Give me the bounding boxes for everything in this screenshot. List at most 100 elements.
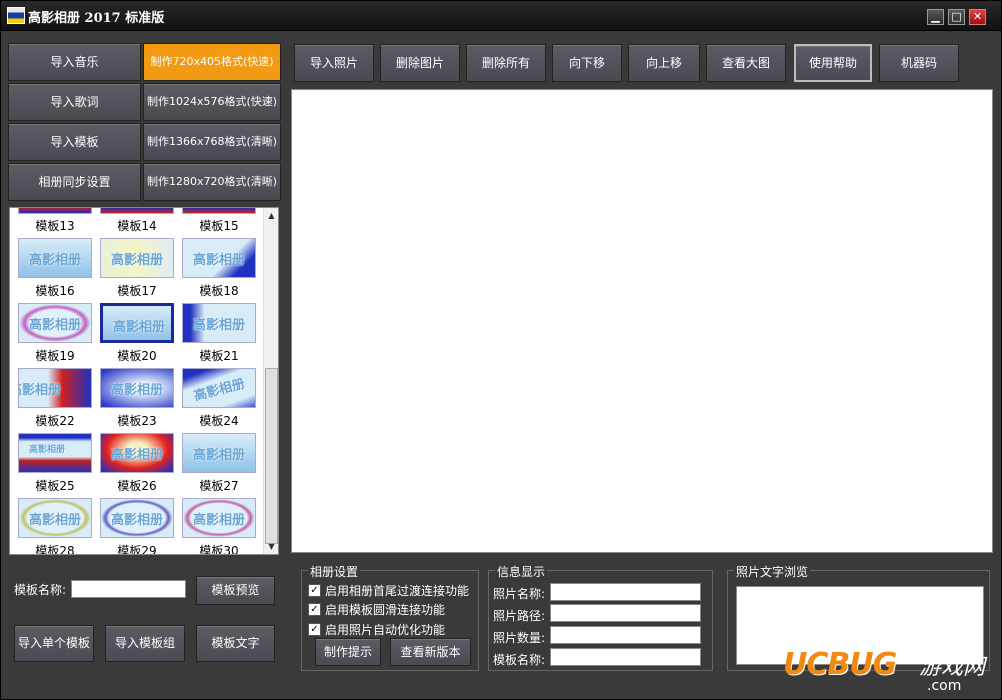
template-label: 模板29 [117,544,157,555]
delete-photo-label: 删除图片 [395,56,444,70]
thumb-text: 高影相册 [111,513,164,528]
move-down-label: 向下移 [568,56,605,70]
thumb-text: 高影相册 [193,253,246,268]
template-thumbnail[interactable]: 高影相册 [18,433,92,473]
template-label: 模板26 [117,479,157,493]
template-label: 模板15 [199,219,239,233]
import-music-button[interactable]: 导入音乐 [8,43,141,81]
template-name-input[interactable] [71,580,186,598]
template-label: 模板17 [117,284,157,298]
make-1024-label: 制作1024x576格式(快速) [146,95,278,108]
template-thumbnail[interactable]: 高影相册 [18,368,92,408]
template-preview-button[interactable]: 模板预览 [196,576,275,605]
move-up-button[interactable]: 向上移 [628,44,700,82]
watermark-cn: 游戏网 [919,655,986,680]
delete-photo-button[interactable]: 删除图片 [380,44,460,82]
thumb-text: 高影相册 [193,448,246,463]
template-thumbnail[interactable] [18,208,92,214]
app-window: 高影相册 2017 标准版 ▁ □ ✕ 导入音乐 导入歌词 导入模板 相册同步设… [0,0,1002,700]
template-thumbnail[interactable]: 高影相册 [100,368,174,408]
album-sync-label: 相册同步设置 [38,175,111,189]
make-720-label: 制作720x405格式(快速) [150,55,274,68]
template-thumbnail[interactable]: 高影相册 [100,303,174,343]
scroll-down-icon[interactable]: ▼ [264,539,279,554]
template-label: 模板16 [35,284,75,298]
thumb-text: 高影相册 [113,320,166,335]
album-sync-settings-button[interactable]: 相册同步设置 [8,163,141,201]
minimize-icon[interactable]: ▁ [927,9,944,25]
import-photo-button[interactable]: 导入照片 [294,44,374,82]
template-scrollbar[interactable]: ▲ ▼ [263,208,278,554]
machine-code-label: 机器码 [900,56,937,70]
template-gallery[interactable]: 模板13 模板14 模板15 高影相册 高影相册 高影相册 模板16 模板17 … [9,207,279,555]
thumb-text: 高影相册 [29,318,82,333]
info-template-name-field[interactable] [550,648,701,666]
thumb-text: 高影相册 [111,383,164,398]
photo-name-field[interactable] [550,583,701,601]
template-thumbnail[interactable]: 高影相册 [182,498,256,538]
make-tip-label: 制作提示 [323,645,372,659]
opt-transition-checkbox[interactable]: ✓ 启用相册首尾过渡连接功能 [308,582,469,599]
delete-all-label: 删除所有 [481,56,530,70]
checkmark-icon: ✓ [308,623,321,636]
template-thumbnail[interactable]: 高影相册 [182,368,256,408]
help-label: 使用帮助 [808,56,857,70]
photo-path-field[interactable] [550,604,701,622]
template-label: 模板19 [35,349,75,363]
thumb-text: 高影相册 [29,513,82,528]
template-preview-label: 模板预览 [211,583,260,597]
make-1280-button[interactable]: 制作1280x720格式(清晰) [143,163,281,201]
make-1366-button[interactable]: 制作1366x768格式(清晰) [143,123,281,161]
template-text-button[interactable]: 模板文字 [196,625,275,662]
check-new-version-button[interactable]: 查看新版本 [390,638,471,666]
opt-optimize-checkbox[interactable]: ✓ 启用照片自动优化功能 [308,621,445,638]
move-up-label: 向上移 [645,56,682,70]
thumb-text: 高影相册 [111,448,164,463]
template-label: 模板28 [35,544,75,555]
photo-count-field[interactable] [550,626,701,644]
import-lyrics-button[interactable]: 导入歌词 [8,83,141,121]
make-1366-label: 制作1366x768格式(清晰) [146,135,278,148]
template-label: 模板27 [199,479,239,493]
thumb-text: 高影相册 [111,253,164,268]
template-thumbnail[interactable]: 高影相册 [182,238,256,278]
scroll-up-icon[interactable]: ▲ [264,208,279,223]
checkmark-icon: ✓ [308,603,321,616]
photo-count-label: 照片数量: [493,631,546,645]
machine-code-button[interactable]: 机器码 [879,44,959,82]
import-template-label: 导入模板 [50,135,99,149]
move-down-button[interactable]: 向下移 [552,44,622,82]
template-thumbnail[interactable]: 高影相册 [182,433,256,473]
template-thumbnail[interactable] [182,208,256,214]
import-single-template-button[interactable]: 导入单个模板 [14,625,94,662]
import-template-button[interactable]: 导入模板 [8,123,141,161]
opt-optimize-label: 启用照片自动优化功能 [325,623,446,637]
template-thumbnail[interactable]: 高影相册 [100,238,174,278]
watermark-domain: .com [927,678,962,694]
ucbug-watermark-logo: UCBUG [783,647,897,682]
template-thumbnail[interactable]: 高影相册 [100,433,174,473]
info-title: 信息显示 [495,563,548,580]
template-thumbnail[interactable]: 高影相册 [182,303,256,343]
import-group-label: 导入模板组 [114,636,175,650]
template-thumbnail[interactable]: 高影相册 [18,303,92,343]
view-large-button[interactable]: 查看大图 [706,44,786,82]
template-thumbnail[interactable]: 高影相册 [18,498,92,538]
maximize-icon[interactable]: □ [948,9,965,25]
close-icon[interactable]: ✕ [969,9,986,25]
make-tip-button[interactable]: 制作提示 [315,638,381,666]
import-template-group-button[interactable]: 导入模板组 [105,625,185,662]
template-label: 模板18 [199,284,239,298]
template-thumbnail[interactable] [100,208,174,214]
check-new-label: 查看新版本 [400,645,461,659]
template-thumbnail[interactable]: 高影相册 [18,238,92,278]
opt-smooth-checkbox[interactable]: ✓ 启用模板圆滑连接功能 [308,601,445,618]
template-thumbnail[interactable]: 高影相册 [100,498,174,538]
make-1024-button[interactable]: 制作1024x576格式(快速) [143,83,281,121]
scroll-thumb[interactable] [265,368,278,544]
photo-list-area[interactable] [291,89,993,553]
make-720-button[interactable]: 制作720x405格式(快速) [143,43,281,81]
help-button[interactable]: 使用帮助 [794,44,872,82]
template-label: 模板23 [117,414,157,428]
delete-all-button[interactable]: 删除所有 [466,44,546,82]
